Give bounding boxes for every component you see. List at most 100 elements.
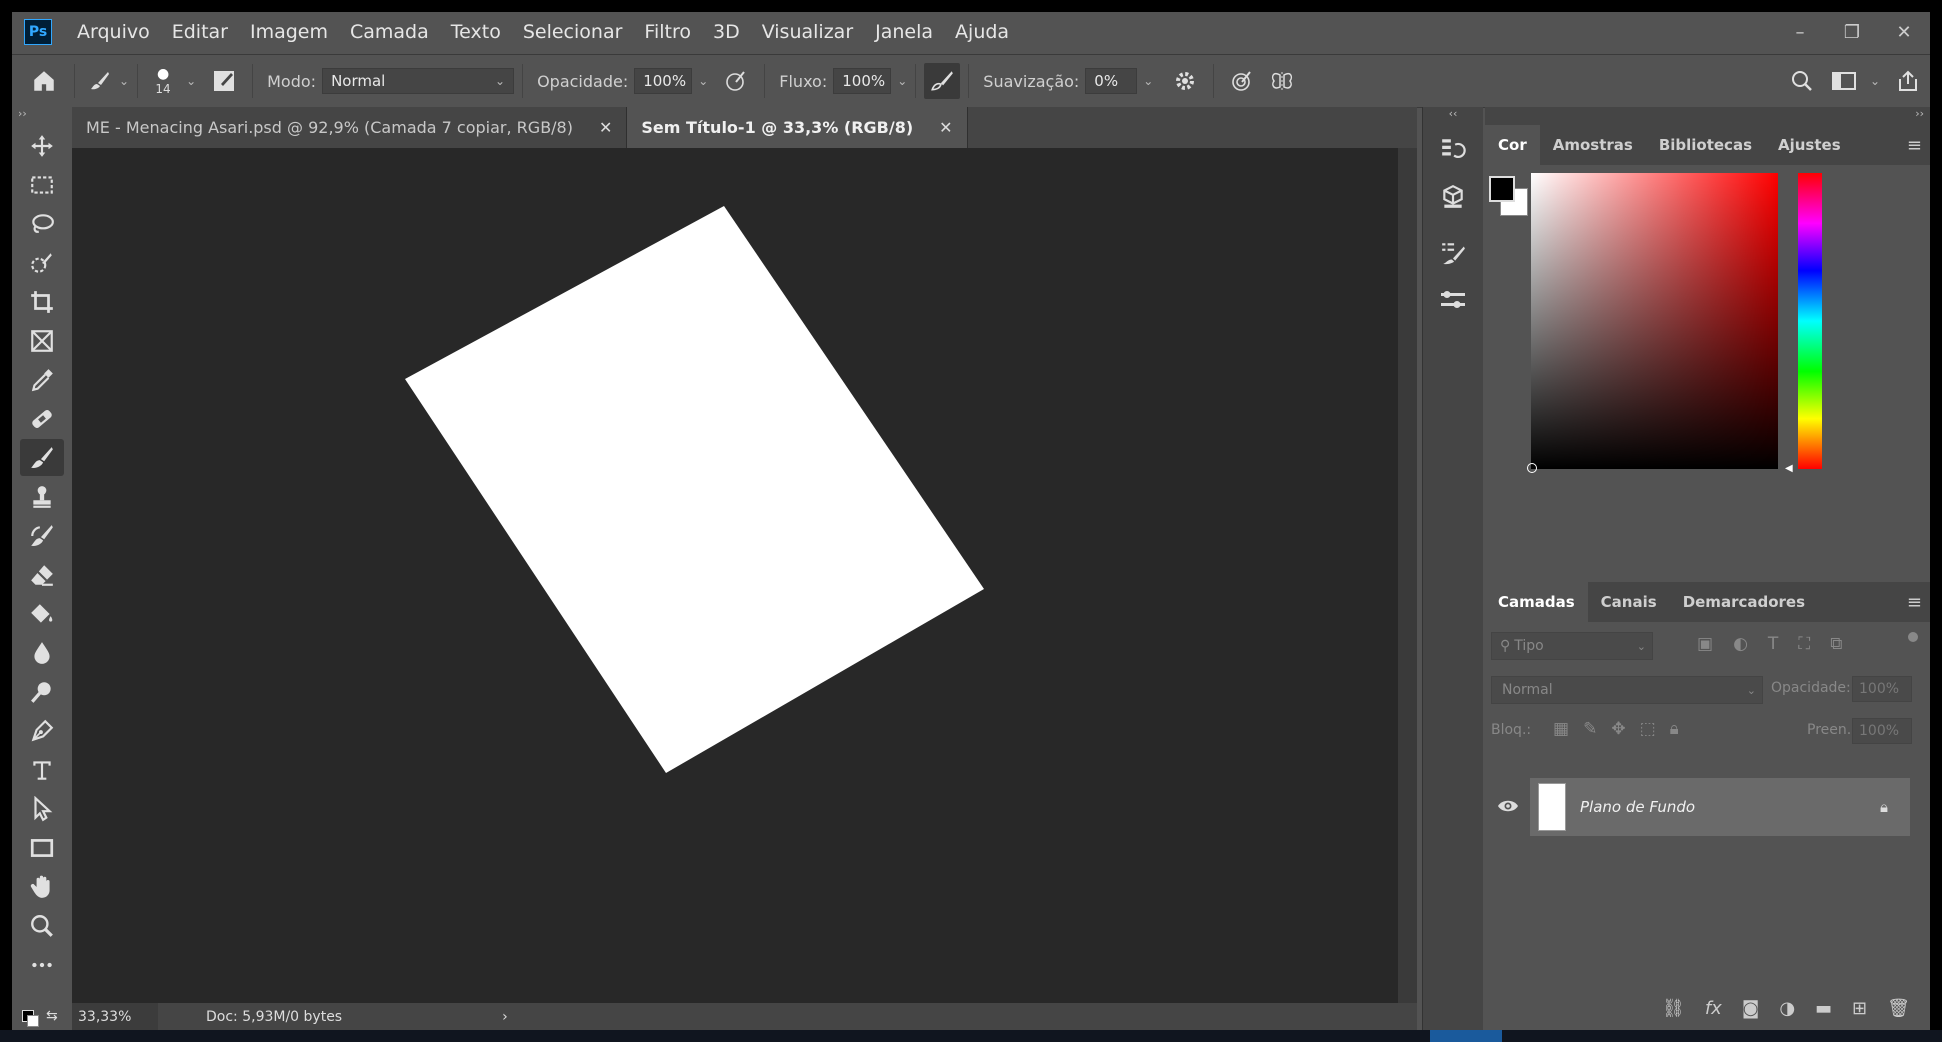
share-icon[interactable] bbox=[1886, 69, 1930, 93]
menu-arquivo[interactable]: Arquivo bbox=[77, 21, 150, 43]
rectangle-tool-icon[interactable] bbox=[20, 829, 64, 866]
eraser-tool-icon[interactable] bbox=[20, 556, 64, 593]
symmetry-icon[interactable] bbox=[1262, 69, 1302, 93]
path-selection-tool-icon[interactable] bbox=[20, 790, 64, 827]
swap-colors-icon[interactable]: ⇆ bbox=[46, 1008, 58, 1024]
smoothing-input[interactable]: 0% bbox=[1085, 68, 1138, 94]
menu-janela[interactable]: Janela bbox=[875, 21, 933, 43]
search-icon[interactable] bbox=[1780, 69, 1824, 93]
fill-input[interactable]: 100% bbox=[1852, 718, 1912, 744]
new-group-icon[interactable]: ▬ bbox=[1815, 998, 1832, 1019]
airbrush-icon[interactable] bbox=[924, 63, 961, 99]
lock-position-icon[interactable]: ✥ bbox=[1611, 719, 1625, 739]
new-layer-icon[interactable]: ⊞ bbox=[1852, 998, 1867, 1019]
color-picker-cursor[interactable] bbox=[1527, 463, 1537, 473]
collapse-right-icon[interactable]: ›› bbox=[1485, 107, 1930, 125]
brush-size-picker[interactable]: ● 14 bbox=[146, 66, 180, 96]
menu-imagem[interactable]: Imagem bbox=[250, 21, 328, 43]
adjustment-layer-icon[interactable]: ◑ bbox=[1779, 998, 1795, 1019]
gear-icon[interactable] bbox=[1165, 69, 1205, 93]
panel-menu-icon[interactable]: ≡ bbox=[1907, 135, 1922, 156]
tab-menacing-asari[interactable]: ME - Menacing Asari.psd @ 92,9% (Camada … bbox=[72, 107, 628, 148]
home-icon[interactable] bbox=[22, 68, 66, 94]
menu-filtro[interactable]: Filtro bbox=[644, 21, 691, 43]
collapse-dock-icon[interactable]: ‹‹ bbox=[1423, 107, 1483, 125]
pressure-opacity-icon[interactable] bbox=[716, 69, 756, 93]
link-layers-icon[interactable]: ⛓ bbox=[1662, 998, 1685, 1019]
layer-filter-select[interactable]: ⚲ Tipo ⌄ bbox=[1491, 632, 1653, 660]
zoom-level[interactable]: 33,33% bbox=[72, 1003, 158, 1030]
saturation-brightness-field[interactable] bbox=[1527, 173, 1778, 473]
quick-selection-tool-icon[interactable] bbox=[20, 244, 64, 281]
tab-demarcadores[interactable]: Demarcadores bbox=[1670, 582, 1818, 622]
vertical-scrollbar[interactable] bbox=[1398, 148, 1417, 1003]
status-menu-arrow[interactable]: › bbox=[502, 1009, 508, 1025]
menu-3d[interactable]: 3D bbox=[713, 21, 740, 43]
mini-background-swatch[interactable] bbox=[27, 1015, 39, 1027]
restore-button[interactable]: ❐ bbox=[1826, 22, 1878, 43]
close-tab-icon[interactable]: ✕ bbox=[939, 118, 952, 137]
fx-icon[interactable]: fx bbox=[1705, 998, 1722, 1019]
history-brush-tool-icon[interactable] bbox=[20, 517, 64, 554]
lock-all-icon[interactable]: 🔒︎ bbox=[1670, 719, 1679, 739]
tab-sem-titulo[interactable]: Sem Título-1 @ 33,3% (RGB/8) ✕ bbox=[627, 107, 968, 148]
layer-lock-icon[interactable]: 🔒︎ bbox=[1880, 798, 1888, 816]
paint-bucket-tool-icon[interactable] bbox=[20, 595, 64, 632]
history-panel-icon[interactable] bbox=[1423, 125, 1483, 173]
hand-tool-icon[interactable] bbox=[20, 868, 64, 905]
hue-slider-marker[interactable]: ◀ bbox=[1785, 463, 1793, 474]
tab-cor[interactable]: Cor bbox=[1485, 125, 1540, 165]
image-filter-icon[interactable]: ▣ bbox=[1697, 634, 1713, 654]
workspace-icon[interactable] bbox=[1824, 70, 1864, 92]
tab-camadas[interactable]: Camadas bbox=[1485, 582, 1588, 622]
minimize-button[interactable]: – bbox=[1774, 22, 1826, 43]
chevron-down-icon[interactable]: ⌄ bbox=[698, 74, 708, 88]
properties-panel-icon[interactable] bbox=[1423, 277, 1483, 325]
lasso-tool-icon[interactable] bbox=[20, 205, 64, 242]
rotated-white-document[interactable] bbox=[405, 206, 984, 773]
menu-texto[interactable]: Texto bbox=[451, 21, 501, 43]
3d-panel-icon[interactable] bbox=[1423, 173, 1483, 221]
type-tool-icon[interactable] bbox=[20, 751, 64, 788]
add-mask-icon[interactable]: ◙ bbox=[1742, 998, 1759, 1019]
smart-object-filter-icon[interactable]: ⧉ bbox=[1830, 634, 1842, 654]
flow-input[interactable]: 100% bbox=[833, 68, 892, 94]
eyedropper-tool-icon[interactable] bbox=[20, 361, 64, 398]
menu-ajuda[interactable]: Ajuda bbox=[955, 21, 1009, 43]
brush-preset-icon[interactable] bbox=[83, 69, 117, 93]
lock-pixels-icon[interactable]: ✎ bbox=[1583, 719, 1597, 739]
layer-opacity-input[interactable]: 100% bbox=[1852, 676, 1912, 702]
shape-filter-icon[interactable]: ⛶ bbox=[1798, 634, 1810, 654]
brush-settings-panel-icon[interactable] bbox=[204, 69, 244, 93]
marquee-tool-icon[interactable] bbox=[20, 166, 64, 203]
frame-tool-icon[interactable] bbox=[20, 322, 64, 359]
menu-visualizar[interactable]: Visualizar bbox=[762, 21, 853, 43]
menu-editar[interactable]: Editar bbox=[172, 21, 228, 43]
menu-camada[interactable]: Camada bbox=[350, 21, 429, 43]
type-filter-icon[interactable]: T bbox=[1768, 634, 1778, 654]
pen-tool-icon[interactable] bbox=[20, 712, 64, 749]
move-tool-icon[interactable] bbox=[20, 127, 64, 164]
zoom-tool-icon[interactable] bbox=[20, 907, 64, 944]
chevron-down-icon[interactable]: ⌄ bbox=[1143, 74, 1153, 88]
healing-brush-tool-icon[interactable] bbox=[20, 400, 64, 437]
dodge-tool-icon[interactable] bbox=[20, 673, 64, 710]
chevron-down-icon[interactable]: ⌄ bbox=[186, 74, 196, 88]
panel-menu-icon[interactable]: ≡ bbox=[1907, 592, 1922, 613]
document-canvas[interactable] bbox=[72, 148, 1398, 1003]
tab-ajustes[interactable]: Ajustes bbox=[1765, 125, 1854, 165]
chevron-down-icon[interactable]: ⌄ bbox=[1870, 74, 1880, 88]
pressure-size-icon[interactable] bbox=[1222, 69, 1262, 93]
lock-transparency-icon[interactable]: ▦ bbox=[1553, 719, 1569, 739]
crop-tool-icon[interactable] bbox=[20, 283, 64, 320]
canvas-area[interactable] bbox=[72, 148, 1398, 1003]
chevron-down-icon[interactable]: ⌄ bbox=[897, 74, 907, 88]
blend-mode-select[interactable]: Normal ⌄ bbox=[1491, 676, 1763, 704]
doc-size[interactable]: Doc: 5,93M/0 bytes bbox=[206, 1009, 342, 1025]
hue-slider[interactable] bbox=[1798, 173, 1822, 469]
brush-settings-icon[interactable] bbox=[1423, 229, 1483, 277]
tab-canais[interactable]: Canais bbox=[1588, 582, 1670, 622]
color-swatches-mini[interactable]: ⇆ bbox=[18, 1004, 68, 1030]
brush-tool-icon[interactable] bbox=[20, 439, 64, 476]
foreground-color-swatch[interactable] bbox=[1489, 176, 1515, 202]
